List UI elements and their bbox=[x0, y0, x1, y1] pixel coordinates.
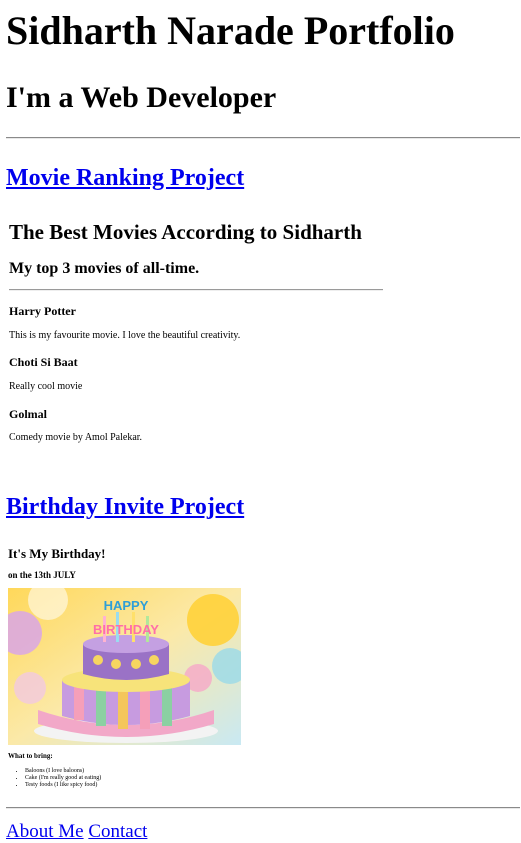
cake-topper-text: HAPPY bbox=[104, 598, 149, 613]
footer-nav: About Me Contact bbox=[6, 821, 147, 843]
birthday-cake-image: HAPPY BIRTHDAY bbox=[8, 588, 241, 745]
bottom-divider bbox=[6, 807, 520, 809]
list-item: Testy foods (I like spicy food) bbox=[25, 782, 101, 789]
list-item: Baloons (I love baloons) bbox=[25, 768, 101, 775]
svg-text:BIRTHDAY: BIRTHDAY bbox=[93, 622, 159, 637]
page-title: Sidharth Narade Portfolio bbox=[6, 8, 455, 53]
about-me-link[interactable]: About Me bbox=[6, 821, 84, 842]
movies-divider bbox=[9, 289, 383, 291]
movie-description: This is my favourite movie. I love the b… bbox=[9, 330, 241, 341]
movie-description: Comedy movie by Amol Palekar. bbox=[9, 432, 143, 443]
movies-heading: The Best Movies According to Sidharth bbox=[9, 220, 362, 244]
what-to-bring-heading: What to bring: bbox=[8, 752, 53, 760]
birthday-invite-embed: It's My Birthday! on the 13th JULY HAPPY… bbox=[6, 540, 521, 800]
top-divider bbox=[6, 137, 520, 139]
page-subtitle: I'm a Web Developer bbox=[6, 81, 277, 114]
birthday-invite-project-link[interactable]: Birthday Invite Project bbox=[6, 493, 244, 521]
birthday-date: on the 13th JULY bbox=[8, 570, 76, 580]
contact-link[interactable]: Contact bbox=[88, 821, 147, 842]
movie-ranking-project-link[interactable]: Movie Ranking Project bbox=[6, 164, 244, 192]
movie-title: Choti Si Baat bbox=[9, 355, 78, 369]
bring-list: Baloons (I love baloons) Cake (I'm reall… bbox=[16, 768, 101, 789]
movie-ranking-embed: The Best Movies According to Sidharth My… bbox=[6, 208, 521, 464]
movie-title: Harry Potter bbox=[9, 304, 76, 318]
movies-subheading: My top 3 movies of all-time. bbox=[9, 260, 200, 277]
movie-title: Golmal bbox=[9, 407, 47, 421]
birthday-heading: It's My Birthday! bbox=[8, 546, 106, 561]
list-item: Cake (I'm really good at eating) bbox=[25, 775, 101, 782]
movie-description: Really cool movie bbox=[9, 381, 83, 392]
